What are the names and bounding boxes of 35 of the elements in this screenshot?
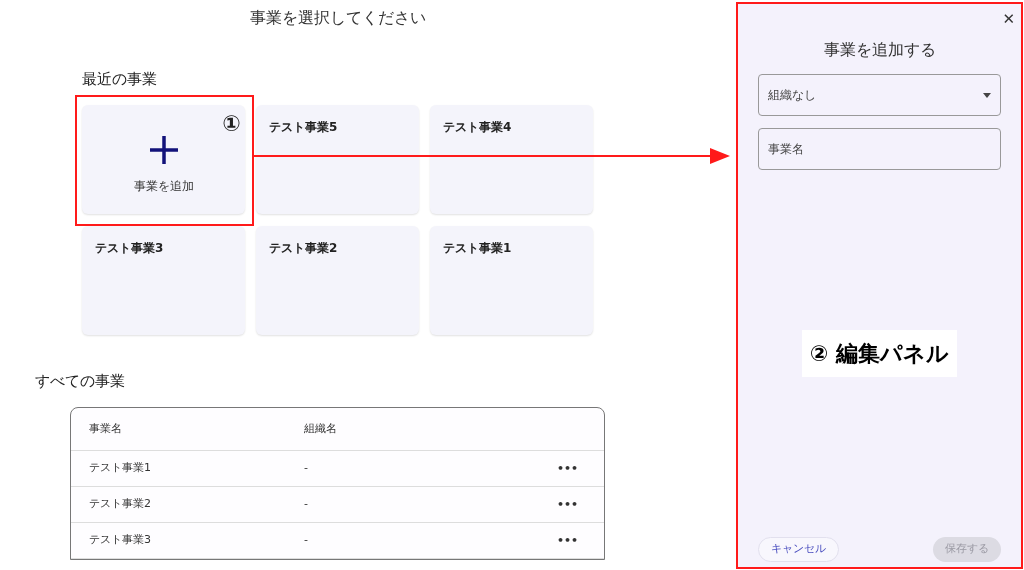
dropdown-caret-icon bbox=[983, 92, 991, 98]
business-name-field[interactable]: 事業名 bbox=[758, 128, 1001, 170]
table-cell-text: - bbox=[304, 496, 309, 513]
page-title: 事業を選択してください bbox=[250, 7, 426, 29]
business-card[interactable]: テスト事業3 bbox=[82, 226, 245, 335]
plus-icon bbox=[148, 135, 179, 165]
section-heading: 最近の事業 bbox=[82, 70, 157, 88]
table-cell-text: テスト事業2 bbox=[89, 496, 152, 513]
more-button[interactable]: ••• bbox=[556, 499, 578, 510]
card-title: テスト事業4 bbox=[443, 119, 512, 136]
card-label: 事業を追加 bbox=[133, 178, 194, 195]
card-title: テスト事業1 bbox=[443, 240, 512, 257]
card-title: テスト事業3 bbox=[95, 240, 164, 257]
business-card[interactable]: テスト事業5 bbox=[256, 105, 419, 214]
card-title: テスト事業5 bbox=[269, 119, 338, 136]
business-card[interactable]: テスト事業1 bbox=[430, 226, 593, 335]
organization-select[interactable]: 組織なし bbox=[758, 74, 1001, 116]
table-cell-text: テスト事業1 bbox=[89, 460, 152, 477]
add-business-card[interactable]: 事業を追加 ① bbox=[82, 105, 245, 214]
step-number: ① bbox=[222, 113, 241, 135]
card-title: テスト事業2 bbox=[269, 240, 338, 257]
close-button[interactable]: ✕ bbox=[1002, 8, 1015, 31]
more-button[interactable]: ••• bbox=[556, 463, 578, 474]
panel-title: 事業を追加する bbox=[823, 39, 936, 61]
table-cell-text: テスト事業3 bbox=[89, 532, 152, 549]
annotation-label: ② 編集パネル bbox=[801, 330, 958, 377]
column-header: 組織名 bbox=[304, 420, 337, 437]
cancel-button[interactable]: キャンセル bbox=[758, 537, 839, 562]
table-cell-text: - bbox=[304, 532, 309, 549]
table-cell-text: - bbox=[304, 460, 309, 477]
section-heading: すべての事業 bbox=[35, 372, 125, 390]
more-button[interactable]: ••• bbox=[556, 535, 578, 546]
column-header: 事業名 bbox=[89, 420, 123, 437]
business-card[interactable]: テスト事業4 bbox=[430, 105, 593, 214]
business-card[interactable]: テスト事業2 bbox=[256, 226, 419, 335]
